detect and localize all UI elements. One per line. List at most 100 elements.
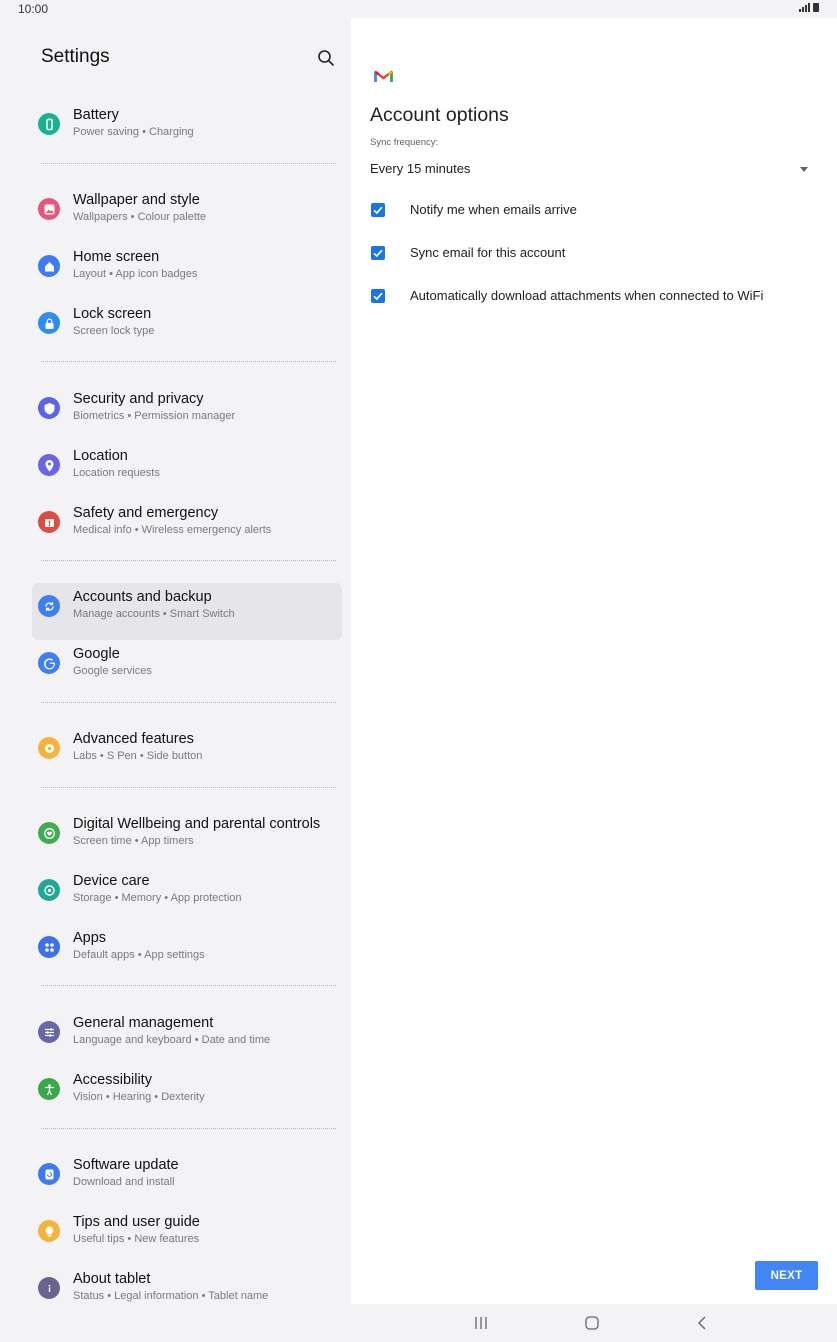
settings-item-apps[interactable]: Apps Default apps • App settings [0,926,351,983]
search-button[interactable] [315,47,337,69]
settings-item-subtitle: Useful tips • New features [73,1233,200,1245]
settings-item-location[interactable]: Location Location requests [0,444,351,501]
checkmark-icon [373,249,383,258]
settings-group: Accounts and backup Manage accounts • Sma… [0,583,351,699]
settings-item-title: Advanced features [73,731,194,747]
settings-item-lock-screen[interactable]: Lock screen Screen lock type [0,302,351,359]
sync-frequency-value: Every 15 minutes [370,161,471,176]
checkmark-icon [373,206,383,215]
settings-item-security-and-privacy[interactable]: Security and privacy Biometrics • Permiss… [0,387,351,444]
account-options-pane: Account options Sync frequency: Every 15… [351,18,837,1304]
home-button[interactable] [582,1314,602,1332]
back-button[interactable] [692,1314,712,1332]
settings-item-google[interactable]: Google Google services [0,642,351,699]
settings-item-subtitle: Screen lock type [73,325,155,337]
settings-item-subtitle: Google services [73,665,152,677]
status-time: 10:00 [18,2,49,16]
section-divider [41,702,336,703]
wallpaper-icon [38,198,60,220]
download-attachments-checkbox[interactable] [371,289,385,303]
settings-item-home-screen[interactable]: Home screen Layout • App icon badges [0,245,351,302]
settings-item-title: Home screen [73,249,160,265]
settings-item-subtitle: Biometrics • Permission manager [73,410,236,422]
download-attachments-label: Automatically download attachments when … [410,288,764,303]
settings-item-subtitle: Download and install [73,1176,175,1188]
download-attachments-option[interactable]: Automatically download attachments when … [370,286,820,310]
settings-item-title: Accounts and backup [73,589,212,605]
recents-button[interactable] [471,1314,491,1332]
section-divider [41,1128,336,1129]
settings-item-general-management[interactable]: General management Language and keyboard … [0,1011,351,1068]
emergency-icon [38,511,60,533]
settings-item-digital-wellbeing-and-parental-controls[interactable]: Digital Wellbeing and parental controls S… [0,812,351,869]
settings-item-title: Tips and user guide [73,1214,200,1230]
section-divider [41,787,336,788]
settings-item-title: Battery [73,107,119,123]
settings-item-title: Security and privacy [73,391,204,407]
lightbulb-icon [38,1220,60,1242]
home-nav-icon [585,1316,599,1330]
settings-item-subtitle: Storage • Memory • App protection [73,892,242,904]
gmail-logo-icon [374,70,393,82]
settings-item-subtitle: Power saving • Charging [73,126,194,138]
wellbeing-icon [38,822,60,844]
accessibility-icon [38,1078,60,1100]
settings-item-subtitle: Layout • App icon badges [73,268,198,280]
sync-frequency-label: Sync frequency: [370,137,439,148]
battery-status-icon [813,3,819,12]
settings-item-software-update[interactable]: Software update Download and install [0,1153,351,1210]
settings-item-subtitle: Labs • S Pen • Side button [73,750,203,762]
next-button[interactable]: NEXT [755,1261,818,1290]
notify-emails-checkbox[interactable] [371,203,385,217]
settings-group: Security and privacy Biometrics • Permiss… [0,387,351,558]
section-divider [41,985,336,986]
sync-frequency-dropdown[interactable]: Every 15 minutes [370,156,813,182]
settings-group: Battery Power saving • Charging [0,103,351,160]
settings-item-title: Accessibility [73,1072,152,1088]
sync-email-option[interactable]: Sync email for this account [370,243,820,267]
settings-group: Wallpaper and style Wallpapers • Colour p… [0,188,351,359]
device-care-icon [38,879,60,901]
lock-icon [38,312,60,334]
settings-item-accessibility[interactable]: Accessibility Vision • Hearing • Dexterit… [0,1068,351,1125]
sync-email-checkbox[interactable] [371,246,385,260]
settings-group: Advanced features Labs • S Pen • Side but… [0,727,351,784]
settings-item-battery[interactable]: Battery Power saving • Charging [0,103,351,160]
settings-item-title: Apps [73,930,107,946]
home-icon [38,255,60,277]
notify-emails-option[interactable]: Notify me when emails arrive [370,200,820,224]
battery-icon [38,113,60,135]
settings-item-subtitle: Wallpapers • Colour palette [73,211,207,223]
settings-item-subtitle: Location requests [73,467,160,479]
settings-item-title: Safety and emergency [73,505,219,521]
dropdown-arrow-icon [800,167,808,172]
settings-item-title: Software update [73,1157,179,1173]
info-icon [38,1277,60,1299]
settings-pane: Settings Battery Power saving • Charging W… [0,18,351,1304]
settings-item-title: Google [73,646,120,662]
checkmark-icon [373,292,383,301]
signal-icon [799,3,810,12]
settings-item-device-care[interactable]: Device care Storage • Memory • App protec… [0,869,351,926]
section-divider [41,560,336,561]
sliders-icon [38,1021,60,1043]
software-update-icon [38,1163,60,1185]
status-bar: 10:00 [0,0,837,18]
settings-item-safety-and-emergency[interactable]: Safety and emergency Medical info • Wirel… [0,501,351,558]
search-icon [318,50,334,66]
settings-item-subtitle: Language and keyboard • Date and time [73,1034,271,1046]
settings-item-tips-and-user-guide[interactable]: Tips and user guide Useful tips • New fea… [0,1210,351,1267]
settings-item-accounts-and-backup[interactable]: Accounts and backup Manage accounts • Sma… [0,583,351,642]
settings-item-title: About tablet [73,1271,151,1287]
settings-group: General management Language and keyboard … [0,1011,351,1125]
settings-item-subtitle: Status • Legal information • Tablet name [73,1290,269,1302]
settings-item-title: Device care [73,873,150,889]
location-pin-icon [38,454,60,476]
sync-icon [38,595,60,617]
settings-item-subtitle: Default apps • App settings [73,949,205,961]
settings-item-advanced-features[interactable]: Advanced features Labs • S Pen • Side but… [0,727,351,784]
settings-item-wallpaper-and-style[interactable]: Wallpaper and style Wallpapers • Colour p… [0,188,351,245]
settings-item-subtitle: Vision • Hearing • Dexterity [73,1091,205,1103]
sync-email-label: Sync email for this account [410,245,566,260]
recents-icon [475,1317,487,1329]
